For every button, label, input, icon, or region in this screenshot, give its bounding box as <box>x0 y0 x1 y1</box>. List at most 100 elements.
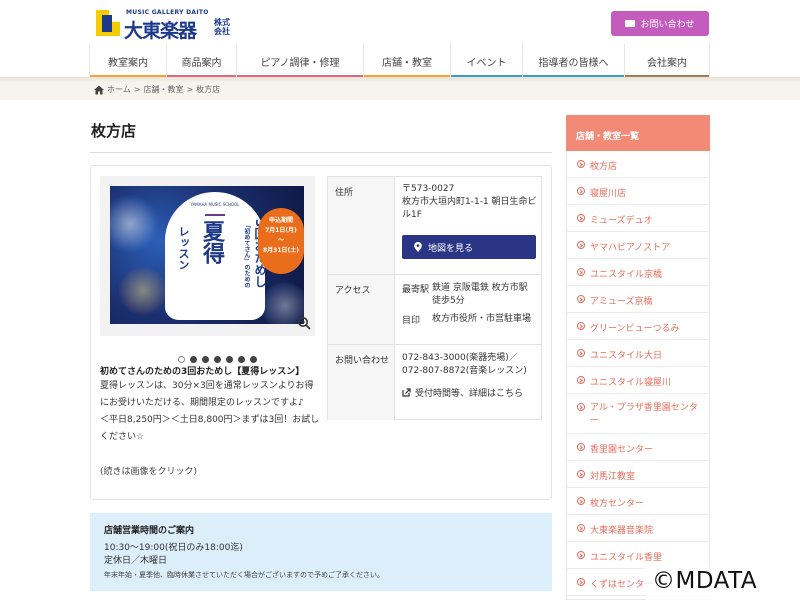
breadcrumb-home-link[interactable]: ホーム <box>107 84 131 95</box>
sidebar-item-unistyle-dainichi[interactable]: ユニスタイル大日 <box>567 340 709 367</box>
breadcrumb: ホーム > 店舗・教室 > 枚方店 <box>0 82 800 100</box>
sidebar-item-label: ユニスタイル大日 <box>590 351 663 361</box>
slider-dot[interactable] <box>202 356 209 363</box>
store-list-sidebar: 店舗・教室一覧 枚方店 寝屋川店 ミューズデュオ ヤマハピアノストア ユニスタイ… <box>566 115 710 600</box>
mail-icon <box>625 20 636 27</box>
contact-detail-wrapper: 受付時間等、詳細はこちら <box>402 386 523 399</box>
arrow-circle-icon <box>577 551 585 559</box>
sidebar-item-label: 対馬江教室 <box>590 472 636 482</box>
access-landmark-value: 枚方市役所・市営駐車場 <box>432 314 532 324</box>
sidebar-item-unistyle-kori[interactable]: ユニスタイル香里 <box>567 542 709 569</box>
hours-closed-day: 定休日／木曜日 <box>104 556 168 566</box>
sidebar-item-label: 香里園センター <box>590 445 654 455</box>
logo-name: 大東楽器 <box>124 20 197 42</box>
sidebar-item-daito-music-academy[interactable]: 大東楽器音楽院 <box>567 515 709 542</box>
sidebar-title: 店舗・教室一覧 <box>566 115 710 151</box>
sidebar-item-label: アル・プラザ香里園センター <box>590 403 698 426</box>
breadcrumb-separator: > <box>186 85 194 94</box>
promo-title: 初めてさんのための3回おためし【夏得レッスン】 <box>100 367 305 377</box>
nav-item-events[interactable]: イベント <box>451 44 523 78</box>
arrow-circle-icon <box>577 497 585 505</box>
sidebar-item-al-plaza-korien[interactable]: アル・プラザ香里園センター <box>567 394 709 434</box>
arrow-circle-icon <box>577 214 585 222</box>
sidebar-item-tsushimae[interactable]: 対馬江教室 <box>567 461 709 488</box>
slider-dot[interactable] <box>250 356 257 363</box>
sidebar-item-label: 寝屋川店 <box>590 189 627 199</box>
banner-line4: レッスン <box>177 226 190 270</box>
view-map-button[interactable]: 地図を見る <box>402 235 536 259</box>
arrow-circle-icon <box>577 268 585 276</box>
contact-button[interactable]: お問い合わせ <box>611 11 709 36</box>
arrow-circle-icon <box>577 524 585 532</box>
arrow-circle-icon <box>577 322 585 330</box>
nav-item-label: 店舗・教室 <box>382 57 432 69</box>
slider-dot[interactable] <box>178 356 185 363</box>
sidebar-item-label: ヤマハピアノストア <box>590 243 671 253</box>
sidebar-item-unistyle-kyobashi[interactable]: ユニスタイル京橋 <box>567 259 709 286</box>
nav-item-products[interactable]: 商品案内 <box>167 44 237 78</box>
firework-decoration <box>110 194 160 254</box>
logo-corp: 株式会社 <box>214 18 230 36</box>
sidebar-item-amuse-kyobashi[interactable]: アミューズ京橋 <box>567 286 709 313</box>
sidebar-item-hirakata[interactable]: 枚方店 <box>567 151 709 178</box>
contact-row: お問い合わせ 072-843-3000(楽器売場)／072-807-8872(音… <box>328 345 541 420</box>
sidebar-item-label: ユニスタイル京橋 <box>590 270 663 280</box>
slider-dot[interactable] <box>190 356 197 363</box>
slider-dot[interactable] <box>214 356 221 363</box>
slider-dot[interactable] <box>238 356 245 363</box>
site-logo[interactable]: MUSIC GALLERY DAITO 大東楽器 株式会社 <box>96 9 246 42</box>
nav-item-instructors[interactable]: 指導者の皆様へ <box>523 44 625 78</box>
promo-description: 夏得レッスンは、30分×3回を通常レッスンよりお得にお受けいただける、期間限定の… <box>100 381 320 442</box>
sidebar-item-label: 大東楽器音楽院 <box>590 526 654 536</box>
access-label: アクセス <box>328 275 395 344</box>
sidebar-item-hirakata-center[interactable]: 枚方センター <box>567 488 709 515</box>
nav-item-piano-tuning[interactable]: ピアノ調律・修理 <box>237 44 364 78</box>
sidebar-item-label: ユニスタイル香里 <box>590 553 663 563</box>
sidebar-item-yamaha-piano-store[interactable]: ヤマハピアノストア <box>567 232 709 259</box>
nav-item-company[interactable]: 会社案内 <box>625 44 710 78</box>
banner-rule <box>205 214 225 216</box>
view-map-label: 地図を見る <box>428 243 474 254</box>
contact-detail-label: 受付時間等、詳細はこちら <box>415 389 524 399</box>
access-station-value: 鉄道 京阪電鉄 枚方市駅 徒歩5分 <box>432 283 528 306</box>
badge-title: 申込期間 <box>268 217 293 224</box>
badge-to: 8月31日(土) <box>262 247 299 254</box>
arrow-circle-icon <box>577 241 585 249</box>
nav-item-label: 教室案内 <box>108 57 148 69</box>
nav-item-stores[interactable]: 店舗・教室 <box>364 44 451 78</box>
nav-item-label: イベント <box>466 57 507 69</box>
arrow-circle-icon <box>577 470 585 478</box>
sidebar-item-muse-duo[interactable]: ミューズデュオ <box>567 205 709 232</box>
nav-item-label: 指導者の皆様へ <box>538 57 609 69</box>
arrow-circle-icon <box>577 349 585 357</box>
breadcrumb-current: 枚方店 <box>196 85 221 94</box>
slider-dot[interactable] <box>226 356 233 363</box>
banner-school-name: YAMAHA MUSIC SCHOOL <box>190 202 240 207</box>
arrow-circle-icon <box>577 376 585 384</box>
site-header: MUSIC GALLERY DAITO 大東楽器 株式会社 お問い合わせ <box>0 0 800 44</box>
address-label: 住所 <box>328 177 395 274</box>
hours-note: 年末年始・夏季他、臨時休業させていただく場合がございますので予めご了承ください。 <box>104 571 384 579</box>
sidebar-item-unistyle-neyagawa[interactable]: ユニスタイル寝屋川 <box>567 367 709 394</box>
sidebar-item-neyagawa[interactable]: 寝屋川店 <box>567 178 709 205</box>
promo-banner-image[interactable]: YAMAHA MUSIC SCHOOL 「初めてさん」のための 3回おためし 夏… <box>110 186 304 324</box>
sidebar-item-label: 枚方センター <box>590 499 645 509</box>
address-row: 住所 〒573-0027 枚方市大垣内町1-1-1 朝日生命ビル1F 地図を見る <box>328 177 541 275</box>
store-info-table: 住所 〒573-0027 枚方市大垣内町1-1-1 朝日生命ビル1F 地図を見る… <box>327 176 542 420</box>
contact-detail-link[interactable]: 受付時間等、詳細はこちら <box>402 386 523 399</box>
nav-item-label: 商品案内 <box>181 57 222 69</box>
copyright-watermark: ©MDATA <box>652 568 758 594</box>
logo-mark-inner <box>102 15 112 32</box>
arrow-circle-icon <box>577 160 585 168</box>
breadcrumb-stores-link[interactable]: 店舗・教室 <box>143 84 183 95</box>
sidebar-item-green-view-tsurumi[interactable]: グリーンビューつるみ <box>567 313 709 340</box>
arrow-circle-icon <box>577 295 585 303</box>
sidebar-item-korien-center[interactable]: 香里園センター <box>567 434 709 461</box>
map-pin-icon <box>414 242 422 252</box>
sidebar-item-label: アミューズ京橋 <box>590 297 653 307</box>
nav-item-classes[interactable]: 教室案内 <box>90 44 167 78</box>
slider-pagination <box>178 356 257 363</box>
badge-from: 7月1日(月) <box>265 227 297 234</box>
zoom-icon[interactable] <box>297 316 311 330</box>
contact-value: 072-843-3000(楽器売場)／072-807-8872(音楽レッスン) <box>402 353 527 376</box>
